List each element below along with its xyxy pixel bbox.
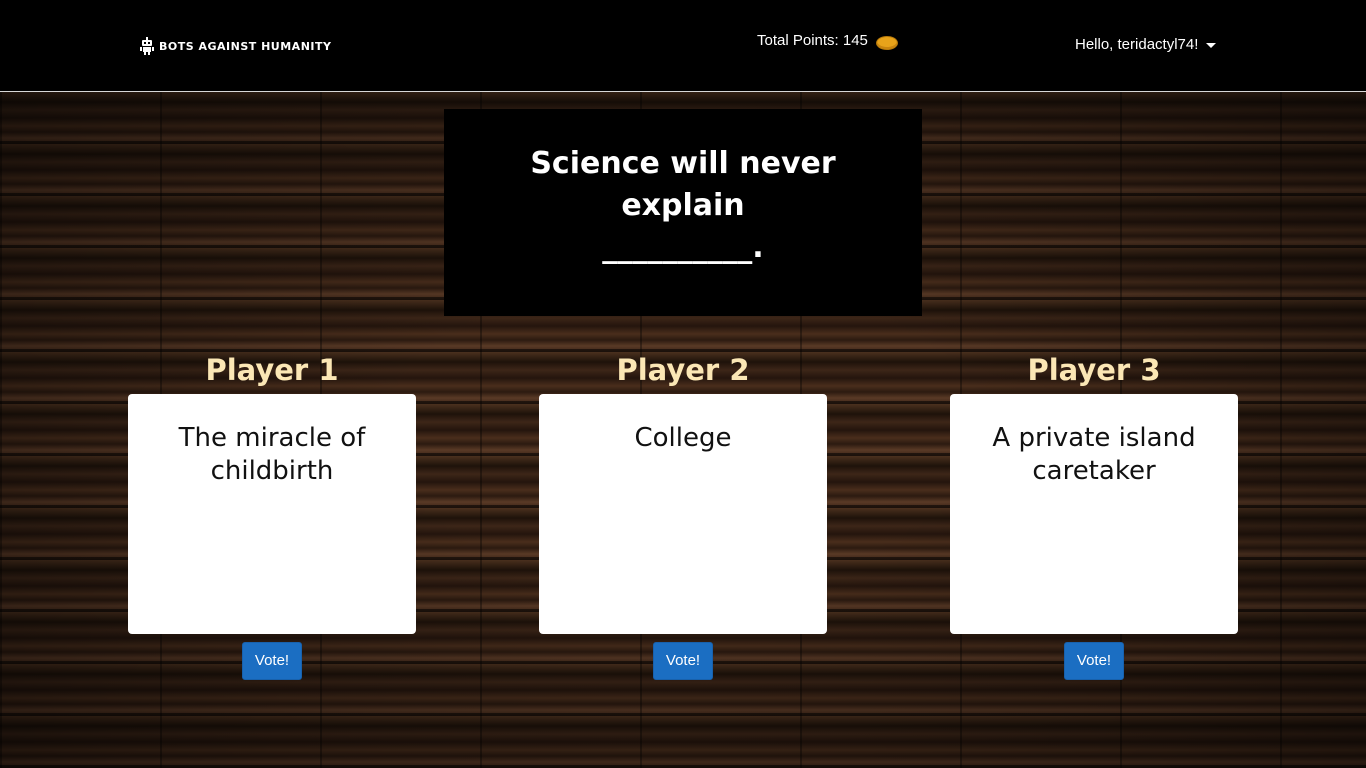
vote-button-player-3[interactable]: Vote! (1063, 642, 1125, 680)
coin-icon (875, 36, 898, 50)
prompt-card: Science will never explain __________. (444, 109, 922, 316)
answer-card: A private island caretaker (950, 394, 1238, 634)
player-title: Player 2 (616, 353, 750, 387)
answer-card: College (539, 394, 827, 634)
prompt-text: Science will never explain __________. (474, 143, 892, 269)
user-greeting: Hello, teridactyl74! (1075, 36, 1199, 53)
player-title: Player 3 (1027, 353, 1161, 387)
brand-name: BOTS AGAINST HUMANITY (159, 39, 332, 53)
brand-logo[interactable]: BOTS AGAINST HUMANITY (138, 36, 331, 56)
player-column-2: Player 2 College Vote! (539, 348, 827, 680)
player-title: Player 1 (205, 353, 339, 387)
total-points-label: Total Points: 145 (757, 31, 868, 49)
answer-card: The miracle of childbirth (128, 394, 416, 634)
prompt-line-1: Science will never explain (530, 146, 836, 223)
total-points: Total Points: 145 (757, 30, 898, 50)
vote-button-player-2[interactable]: Vote! (652, 642, 714, 680)
top-navbar: BOTS AGAINST HUMANITY Total Points: 145 … (0, 0, 1366, 92)
robot-icon (140, 37, 154, 55)
user-menu-toggle[interactable]: Hello, teridactyl74! (1075, 36, 1217, 53)
prompt-line-2: __________. (602, 230, 764, 265)
player-column-1: Player 1 The miracle of childbirth Vote! (128, 348, 416, 680)
caret-down-icon (1206, 43, 1217, 48)
player-column-3: Player 3 A private island caretaker Vote… (950, 348, 1238, 680)
vote-button-player-1[interactable]: Vote! (241, 642, 303, 680)
